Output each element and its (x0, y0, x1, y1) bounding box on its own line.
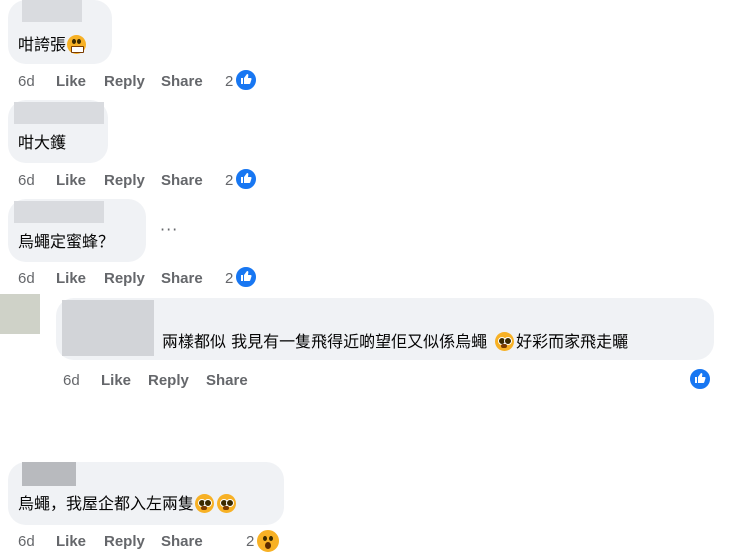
share-button[interactable]: Share (161, 270, 203, 288)
more-options-icon[interactable]: ··· (160, 220, 178, 239)
comment-time[interactable]: 6d (18, 73, 35, 91)
flushed-emoji (217, 494, 237, 513)
reply-button[interactable]: Reply (104, 270, 145, 288)
blurred-author-name (14, 201, 104, 223)
blurred-author-name (62, 300, 154, 356)
comment-text: 烏蠅定蜜蜂？ (18, 232, 115, 251)
grinning-emoji (67, 35, 87, 54)
comment-text: 咁大鑊 (18, 133, 67, 152)
like-button[interactable]: Like (56, 73, 86, 91)
comment-time[interactable]: 6d (63, 372, 80, 390)
share-button[interactable]: Share (161, 73, 203, 91)
like-icon[interactable] (688, 367, 712, 391)
reply-button[interactable]: Reply (104, 533, 145, 551)
wow-icon[interactable] (255, 528, 281, 554)
comment-time[interactable]: 6d (18, 533, 35, 551)
like-icon[interactable] (234, 265, 258, 289)
like-button[interactable]: Like (56, 172, 86, 190)
comment-time[interactable]: 6d (18, 172, 35, 190)
comment-time[interactable]: 6d (18, 270, 35, 288)
reply-button[interactable]: Reply (148, 372, 189, 390)
blurred-author-name (14, 102, 104, 124)
reply-button[interactable]: Reply (104, 172, 145, 190)
reaction-count[interactable]: 2 (225, 73, 233, 91)
share-button[interactable]: Share (206, 372, 248, 390)
flushed-emoji (195, 494, 215, 513)
like-icon[interactable] (234, 68, 258, 92)
blurred-author-name (22, 0, 82, 22)
flushed-emoji (495, 332, 515, 351)
blurred-author-name (22, 462, 76, 486)
like-icon[interactable] (234, 167, 258, 191)
reaction-count[interactable]: 2 (225, 172, 233, 190)
avatar[interactable] (0, 294, 40, 334)
comment-text: 咁誇張 (18, 35, 87, 55)
share-button[interactable]: Share (161, 172, 203, 190)
share-button[interactable]: Share (161, 533, 203, 551)
comment-text: 兩樣都似 我見有一隻飛得近啲望佢又似係烏蠅 好彩而家飛走曬 (162, 332, 629, 351)
reaction-count[interactable]: 2 (246, 533, 254, 551)
comment-text: 烏蠅，我屋企都入左兩隻 (18, 494, 237, 514)
like-button[interactable]: Like (101, 372, 131, 390)
like-button[interactable]: Like (56, 533, 86, 551)
like-button[interactable]: Like (56, 270, 86, 288)
reply-button[interactable]: Reply (104, 73, 145, 91)
reaction-count[interactable]: 2 (225, 270, 233, 288)
